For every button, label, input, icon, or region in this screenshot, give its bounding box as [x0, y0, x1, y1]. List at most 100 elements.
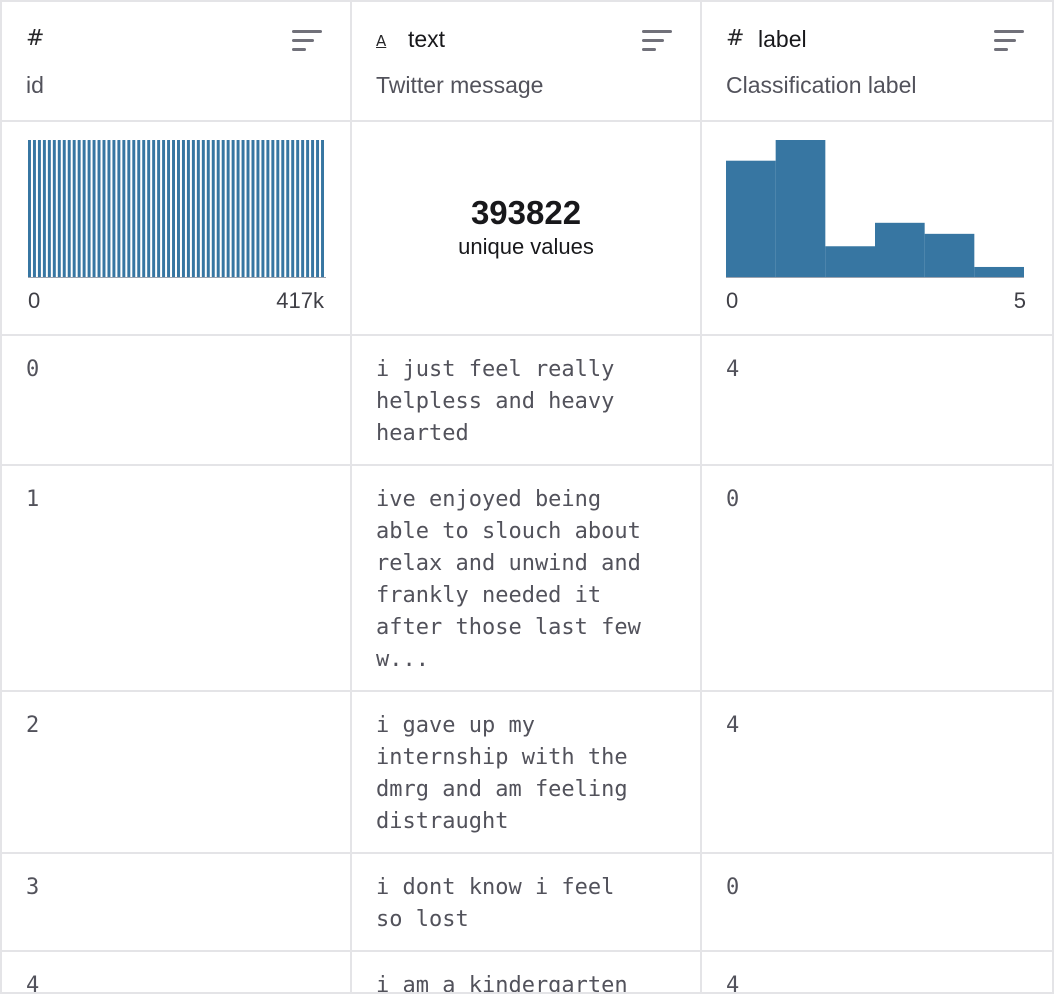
table-row[interactable]: 1 ive enjoyed being able to slouch about… [0, 466, 1054, 692]
column-header-text[interactable]: A text Twitter message [352, 2, 702, 120]
sort-icon[interactable] [994, 30, 1024, 52]
histogram-bar[interactable] [236, 140, 240, 278]
column-header-id[interactable]: # id [0, 2, 352, 120]
histogram-bar[interactable] [162, 140, 166, 278]
histogram-bar[interactable] [726, 160, 776, 278]
dataset-table: # id A text Twitter message # label Clas… [0, 0, 1054, 994]
histogram-bar[interactable] [167, 140, 171, 278]
histogram-bar[interactable] [231, 140, 235, 278]
histogram-bar[interactable] [67, 140, 71, 278]
histogram-bar[interactable] [82, 140, 86, 278]
histogram-bar[interactable] [47, 140, 51, 278]
histogram-bar[interactable] [92, 140, 96, 278]
histogram-bar[interactable] [286, 140, 290, 278]
histogram-bar[interactable] [177, 140, 180, 278]
histogram-bar[interactable] [62, 140, 66, 278]
histogram-bar[interactable] [152, 140, 156, 278]
histogram-bar[interactable] [201, 140, 205, 278]
sort-icon[interactable] [292, 30, 322, 52]
histogram-bar[interactable] [181, 140, 185, 278]
text-summary-cell: 393822 unique values [352, 122, 702, 334]
histogram-bar[interactable] [775, 140, 826, 278]
table-row[interactable]: 0 i just feel really helpless and heavy … [0, 336, 1054, 466]
histogram-bar[interactable] [206, 140, 210, 278]
histogram-bar[interactable] [122, 140, 126, 278]
histogram-bar[interactable] [316, 140, 320, 278]
histogram-bar[interactable] [52, 140, 56, 278]
unique-count: 393822 [470, 194, 582, 231]
histogram-bar[interactable] [875, 222, 925, 278]
histogram-bar[interactable] [311, 140, 315, 278]
histogram-bar[interactable] [32, 140, 36, 278]
histogram-bar[interactable] [137, 140, 141, 278]
summary-row: 0 417k 393822 unique values 0 5 [0, 122, 1054, 336]
histogram-bar[interactable] [251, 140, 255, 278]
text-cell: i gave up my internship with the dmrg an… [352, 692, 702, 852]
id-cell: 1 [0, 466, 352, 690]
histogram-bar[interactable] [127, 140, 131, 278]
histogram-bar[interactable] [271, 140, 275, 278]
column-header-label[interactable]: # label Classification label [702, 2, 1054, 120]
column-description: id [26, 72, 44, 98]
histogram-bar[interactable] [142, 140, 146, 278]
histogram-bar[interactable] [196, 140, 200, 278]
histogram-bar[interactable] [77, 140, 81, 278]
histogram-bar[interactable] [132, 140, 136, 278]
hash-icon: # [726, 26, 745, 51]
histogram-max-label: 417k [276, 288, 324, 313]
histogram-bar[interactable] [291, 140, 295, 278]
histogram-bar[interactable] [57, 140, 61, 278]
histogram-bar[interactable] [147, 140, 151, 278]
histogram-bar[interactable] [241, 140, 245, 278]
histogram-bar[interactable] [261, 140, 265, 278]
histogram-max-label: 5 [1013, 288, 1026, 313]
histogram-bar[interactable] [28, 140, 31, 278]
unique-values-label: unique values [458, 234, 594, 259]
label-histogram[interactable] [726, 138, 1024, 278]
histogram-bar[interactable] [42, 140, 46, 278]
column-description: Twitter message [376, 72, 544, 98]
histogram-bar[interactable] [974, 266, 1024, 278]
table-row[interactable]: 2 i gave up my internship with the dmrg … [0, 692, 1054, 854]
histogram-bar[interactable] [102, 140, 106, 278]
label-cell: 4 [702, 692, 1054, 852]
histogram-min-label: 0 [28, 288, 41, 313]
histogram-bar[interactable] [172, 140, 175, 278]
id-histogram[interactable] [28, 138, 326, 278]
histogram-bar[interactable] [306, 140, 310, 278]
histogram-bar[interactable] [226, 140, 230, 278]
table-row[interactable]: 3 i dont know i feel so lost 0 [0, 854, 1054, 952]
column-name: text [408, 26, 446, 52]
table-row[interactable]: 4 i am a kindergarten 4 [0, 952, 1054, 994]
histogram-bar[interactable] [112, 140, 116, 278]
histogram-bar[interactable] [211, 140, 215, 278]
histogram-bar[interactable] [246, 140, 250, 278]
label-cell: 4 [702, 952, 1054, 994]
text-cell: i just feel really helpless and heavy he… [352, 336, 702, 464]
histogram-bar[interactable] [117, 140, 121, 278]
histogram-bar[interactable] [825, 246, 875, 278]
text-cell: ive enjoyed being able to slouch about r… [352, 466, 702, 690]
histogram-bar[interactable] [37, 140, 41, 278]
histogram-bar[interactable] [276, 140, 280, 278]
hash-icon: # [26, 26, 45, 51]
histogram-bar[interactable] [924, 233, 975, 278]
header-row: # id A text Twitter message # label Clas… [0, 0, 1054, 122]
histogram-bar[interactable] [216, 140, 220, 278]
histogram-bar[interactable] [97, 140, 101, 278]
histogram-bar[interactable] [221, 140, 225, 278]
histogram-bar[interactable] [301, 140, 305, 278]
sort-icon[interactable] [642, 30, 672, 52]
histogram-bar[interactable] [186, 140, 190, 278]
histogram-bar[interactable] [281, 140, 285, 278]
histogram-bar[interactable] [157, 140, 161, 278]
histogram-bar[interactable] [191, 140, 195, 278]
histogram-bar[interactable] [256, 140, 260, 278]
histogram-bar[interactable] [321, 140, 324, 278]
histogram-bar[interactable] [296, 140, 300, 278]
column-name: label [758, 26, 807, 52]
histogram-bar[interactable] [87, 140, 91, 278]
histogram-bar[interactable] [107, 140, 111, 278]
histogram-bar[interactable] [266, 140, 270, 278]
histogram-bar[interactable] [72, 140, 76, 278]
